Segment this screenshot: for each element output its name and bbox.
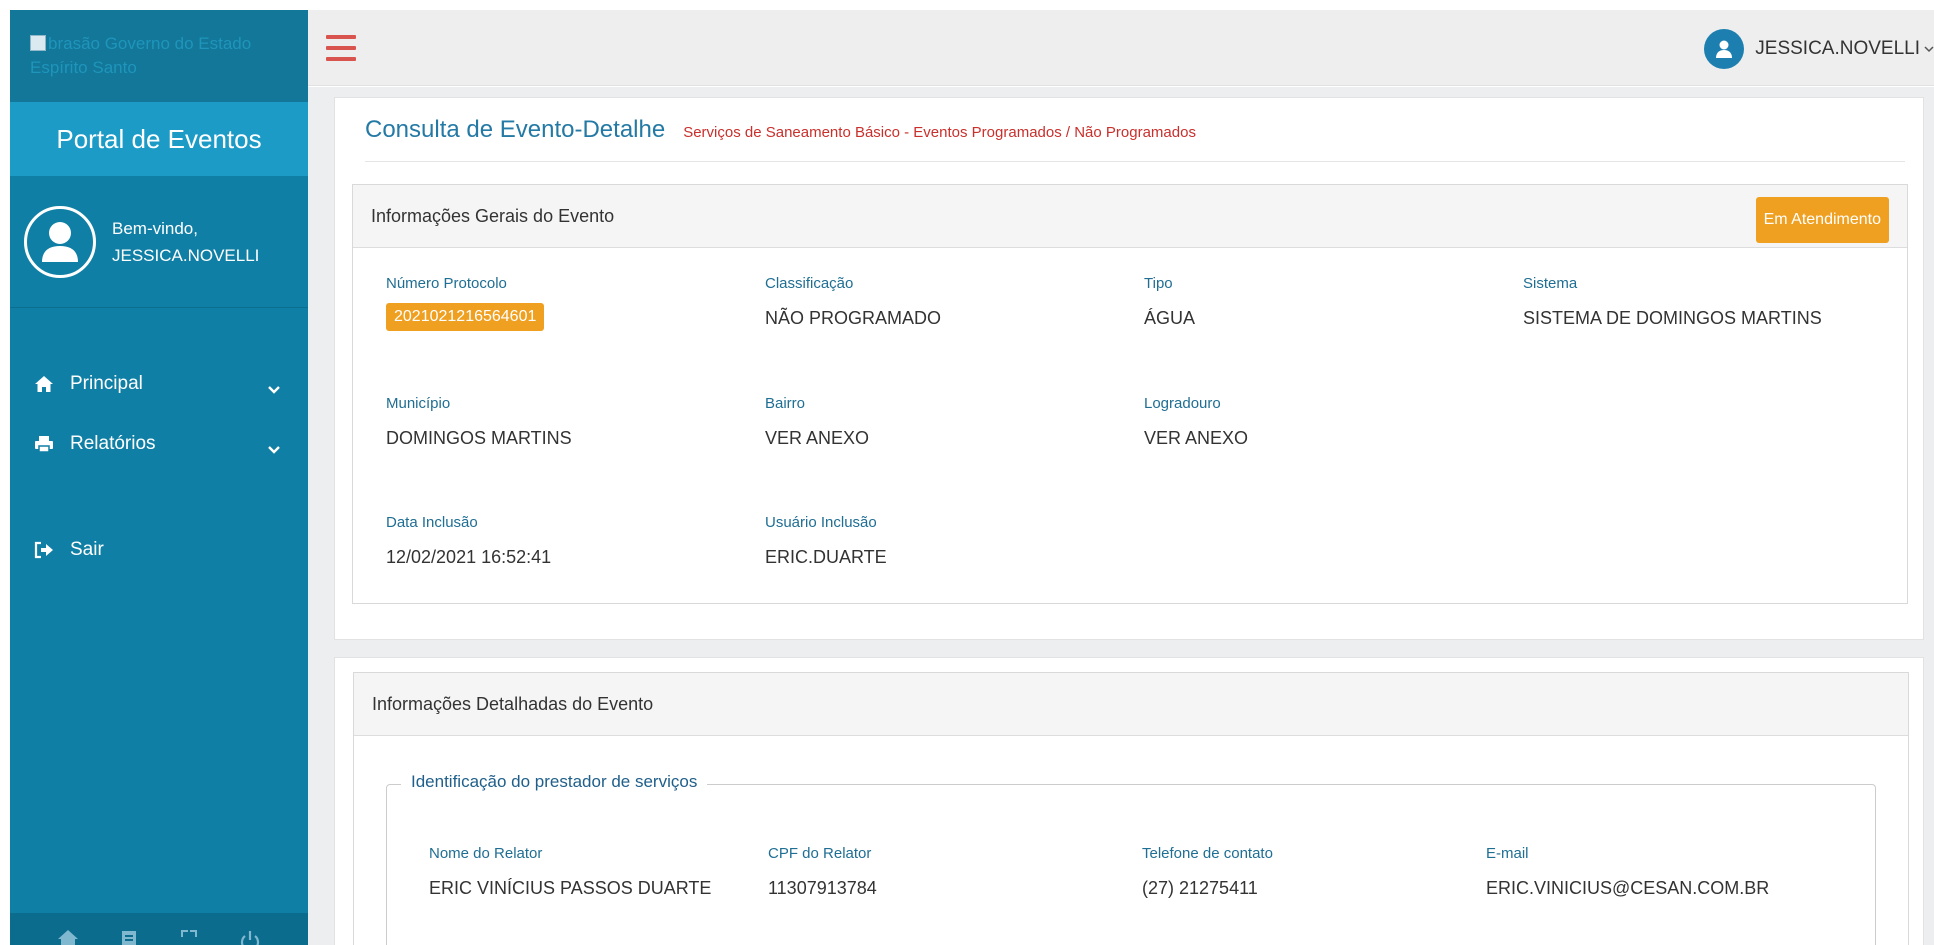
welcome-username: JESSICA.NOVELLI (112, 245, 260, 265)
detail-panel: Informações Detalhadas do Evento Identif… (334, 657, 1924, 945)
field-label: Logradouro (1144, 395, 1221, 412)
field-bairro: Bairro VER ANEXO (765, 395, 1144, 449)
menu-toggle-icon[interactable] (326, 35, 356, 61)
card-title: Informações Gerais do Evento (371, 205, 615, 226)
sidebar-item-label: Principal (70, 373, 143, 394)
portal-title: Portal de Eventos (10, 102, 308, 176)
document-icon[interactable] (114, 927, 144, 945)
page-subtitle: Serviços de Saneamento Básico - Eventos … (683, 124, 1196, 141)
field-nome-relator: Nome do Relator ERIC VINÍCIUS PASSOS DUA… (429, 845, 768, 899)
welcome-text: Bem-vindo, JESSICA.NOVELLI (112, 215, 259, 269)
field-municipio: Município DOMINGOS MARTINS (386, 395, 765, 449)
sidebar-item-label: Relatórios (70, 433, 156, 454)
broken-image-icon (30, 35, 46, 51)
field-value: NÃO PROGRAMADO (765, 308, 942, 328)
topbar: JESSICA.NOVELLI (308, 10, 1934, 86)
protocol-badge: 2021021216564601 (386, 303, 545, 331)
field-label: Classificação (765, 275, 854, 292)
logo-alt-text: brasão Governo do Estado Espírito Santo (30, 34, 252, 77)
field-value: ERIC.DUARTE (765, 547, 887, 567)
info-row: Número Protocolo 2021021216564601 Classi… (386, 275, 1896, 331)
info-row: Nome do Relator ERIC VINÍCIUS PASSOS DUA… (429, 845, 1829, 899)
general-info-card: Informações Gerais do Evento Em Atendime… (352, 184, 1908, 604)
chevron-down-icon (268, 438, 280, 460)
sign-out-icon (32, 541, 56, 559)
logo[interactable]: brasão Governo do Estado Espírito Santo (10, 10, 308, 102)
field-value: ERIC VINÍCIUS PASSOS DUARTE (429, 878, 712, 898)
field-label: Data Inclusão (386, 514, 478, 531)
detailed-info-header: Informações Detalhadas do Evento (354, 673, 1908, 736)
main-content: Consulta de Evento-Detalhe Serviços de S… (308, 87, 1934, 945)
field-data-inclusao: Data Inclusão 12/02/2021 16:52:41 (386, 514, 765, 568)
sidebar-item-label: Sair (70, 539, 104, 560)
home-icon (32, 375, 56, 393)
expand-icon[interactable] (174, 927, 204, 945)
sidebar: brasão Governo do Estado Espírito Santo … (10, 10, 308, 945)
home-icon[interactable] (53, 927, 83, 945)
page-title: Consulta de Evento-Detalhe (365, 116, 666, 143)
field-value: DOMINGOS MARTINS (386, 428, 572, 448)
field-value: VER ANEXO (1144, 428, 1249, 448)
field-label: Nome do Relator (429, 845, 543, 862)
info-row: Município DOMINGOS MARTINS Bairro VER AN… (386, 395, 1896, 449)
general-info-header: Informações Gerais do Evento Em Atendime… (353, 185, 1907, 248)
sidebar-item-sair[interactable]: Sair (10, 520, 308, 580)
field-label: Número Protocolo (386, 275, 507, 292)
field-protocolo: Número Protocolo 2021021216564601 (386, 275, 765, 331)
sidebar-item-relatorios[interactable]: Relatórios (10, 414, 308, 474)
field-label: Tipo (1144, 275, 1173, 292)
user-avatar-icon (1704, 29, 1745, 69)
chevron-down-icon (268, 378, 280, 400)
field-value: SISTEMA DE DOMINGOS MARTINS (1523, 308, 1822, 328)
field-label: E-mail (1486, 845, 1529, 862)
info-row: Data Inclusão 12/02/2021 16:52:41 Usuári… (386, 514, 1896, 568)
field-value: (27) 21275411 (1142, 878, 1258, 898)
field-value: 11307913784 (768, 878, 877, 898)
card-title: Informações Detalhadas do Evento (372, 693, 654, 714)
sidebar-item-principal[interactable]: Principal (10, 354, 308, 414)
detailed-info-card: Informações Detalhadas do Evento Identif… (353, 672, 1909, 945)
field-classificacao: Classificação NÃO PROGRAMADO (765, 275, 1144, 331)
power-icon[interactable] (235, 927, 265, 945)
topbar-username: JESSICA.NOVELLI (1755, 38, 1920, 59)
user-menu[interactable]: JESSICA.NOVELLI (1704, 29, 1934, 69)
avatar (24, 205, 96, 278)
user-icon (42, 221, 78, 262)
field-tipo: Tipo ÁGUA (1144, 275, 1523, 331)
user-panel: Bem-vindo, JESSICA.NOVELLI (10, 176, 308, 308)
field-label: CPF do Relator (768, 845, 872, 862)
field-value: VER ANEXO (765, 428, 870, 448)
sidebar-footer (10, 913, 308, 945)
field-sistema: Sistema SISTEMA DE DOMINGOS MARTINS (1523, 275, 1896, 331)
sidebar-nav: Principal Relatórios Sair (10, 354, 308, 580)
field-email: E-mail ERIC.VINICIUS@CESAN.COM.BR (1486, 845, 1829, 899)
field-label: Telefone de contato (1142, 845, 1273, 862)
page-header: Consulta de Evento-Detalhe Serviços de S… (365, 116, 1905, 162)
field-label: Usuário Inclusão (765, 514, 877, 531)
field-label: Bairro (765, 395, 806, 412)
field-usuario-inclusao: Usuário Inclusão ERIC.DUARTE (765, 514, 1144, 568)
fieldset-legend: Identificação do prestador de serviços (401, 772, 708, 792)
chevron-down-icon (1924, 40, 1934, 58)
field-value: 12/02/2021 16:52:41 (386, 547, 552, 567)
field-cpf-relator: CPF do Relator 11307913784 (768, 845, 1142, 899)
print-icon (32, 435, 56, 453)
field-label: Sistema (1523, 275, 1578, 292)
status-button[interactable]: Em Atendimento (1755, 197, 1889, 243)
provider-fieldset: Identificação do prestador de serviços N… (386, 772, 1876, 945)
field-value: ERIC.VINICIUS@CESAN.COM.BR (1486, 878, 1770, 898)
field-label: Município (386, 395, 451, 412)
welcome-label: Bem-vindo, (112, 218, 198, 238)
field-telefone: Telefone de contato (27) 21275411 (1142, 845, 1486, 899)
field-value: ÁGUA (1144, 308, 1196, 328)
field-logradouro: Logradouro VER ANEXO (1144, 395, 1523, 449)
